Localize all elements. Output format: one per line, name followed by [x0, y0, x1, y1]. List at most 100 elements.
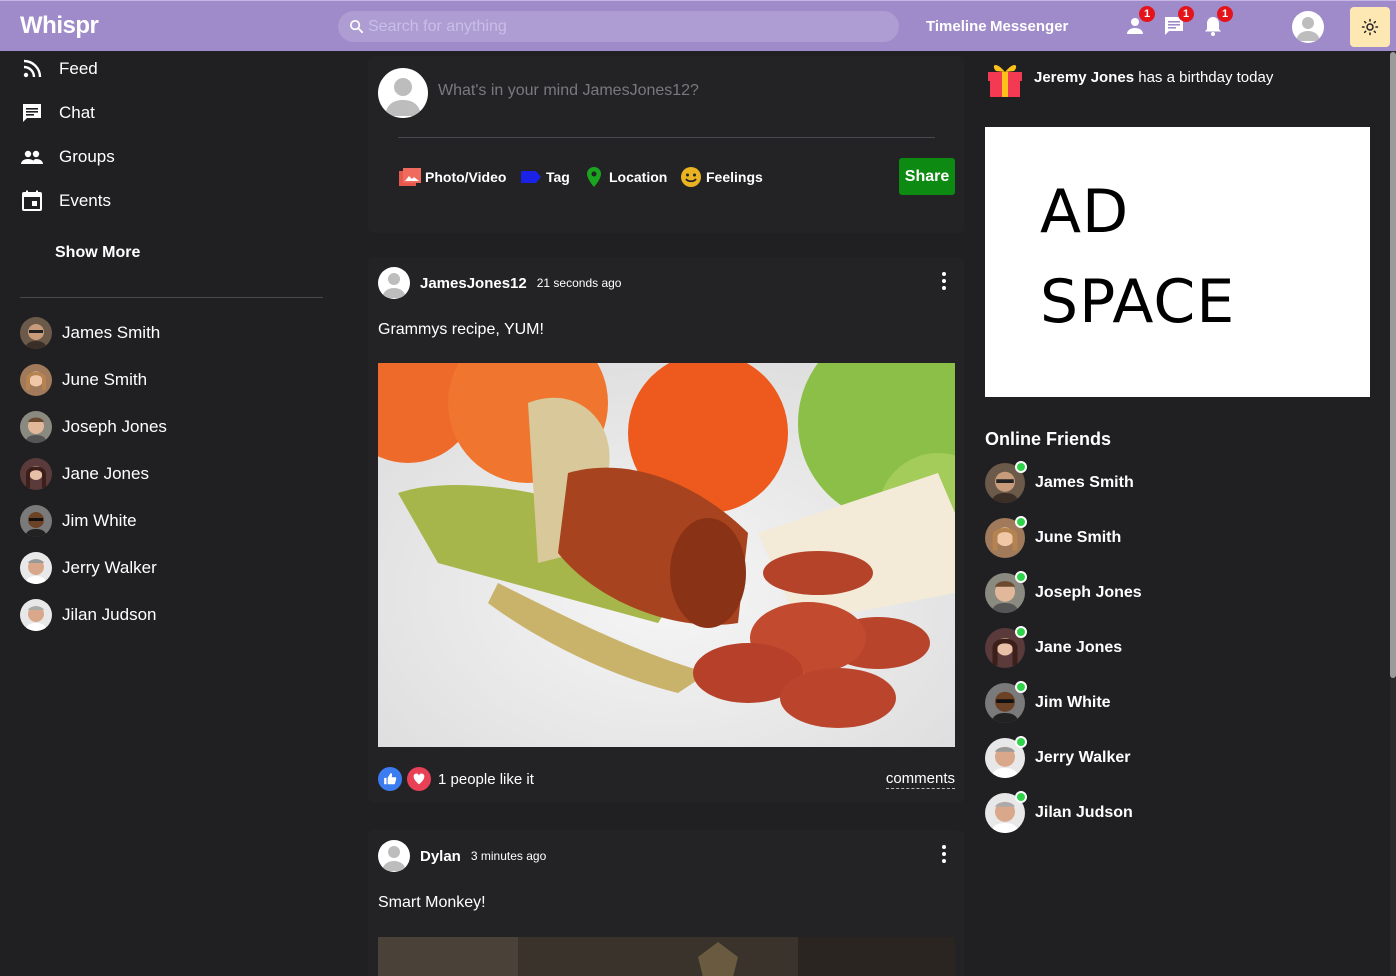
friend-requests-badge: 1 — [1139, 6, 1155, 22]
online-status-dot — [1015, 736, 1027, 748]
sidebar-item-label: Events — [59, 191, 111, 210]
birthday-notice[interactable]: Jeremy Jones has a birthday today — [985, 56, 1273, 98]
notifications-button[interactable]: 1 — [1201, 6, 1233, 38]
online-status-dot — [1015, 626, 1027, 638]
sidebar-friend[interactable]: Jilan Judson — [20, 599, 157, 631]
online-friends-title: Online Friends — [985, 429, 1112, 449]
post-card: JamesJones12 21 seconds ago Grammys reci… — [368, 257, 964, 803]
groups-icon — [21, 150, 43, 164]
friend-requests-button[interactable]: 1 — [1123, 6, 1155, 38]
online-friend[interactable]: Jilan Judson — [985, 791, 1133, 833]
birthday-name[interactable]: Jeremy Jones — [1034, 69, 1134, 86]
sidebar-friend[interactable]: Jane Jones — [20, 458, 149, 490]
online-friend[interactable]: June Smith — [985, 516, 1122, 558]
profile-avatar[interactable] — [1292, 11, 1324, 43]
feelings-option[interactable]: Feelings — [679, 165, 763, 189]
sidebar-item-feed[interactable]: Feed — [20, 54, 98, 84]
comments-link[interactable]: comments — [885, 770, 955, 789]
online-friend-name: Jane Jones — [1035, 639, 1123, 656]
sidebar-friend[interactable]: Jim White — [20, 505, 137, 537]
sidebar-item-chat[interactable]: Chat — [20, 98, 95, 128]
online-friend-name: June Smith — [1035, 529, 1122, 546]
avatar — [20, 364, 52, 396]
post-username[interactable]: Dylan — [420, 848, 461, 865]
calendar-icon — [22, 190, 42, 211]
scrollbar-thumb[interactable] — [1390, 52, 1396, 678]
sidebar-friend[interactable]: June Smith — [20, 364, 147, 396]
messages-button[interactable]: 1 — [1162, 6, 1194, 38]
post-image[interactable] — [378, 363, 955, 747]
post-composer: Photo/Video Tag Location Feelings Share — [368, 56, 964, 233]
sidebar-friend-name: Joseph Jones — [62, 417, 167, 436]
birthday-text: Jeremy Jones has a birthday today — [1034, 68, 1274, 86]
post-header: Dylan 3 minutes ago — [378, 840, 546, 872]
post-timestamp: 21 seconds ago — [536, 276, 622, 290]
chat-icon — [23, 104, 41, 122]
online-status-dot — [1015, 461, 1027, 473]
sidebar-friend[interactable]: James Smith — [20, 317, 160, 349]
smiley-icon — [681, 167, 701, 187]
theme-toggle-button[interactable] — [1350, 7, 1390, 47]
post-header: JamesJones12 21 seconds ago — [378, 267, 621, 299]
thumbs-up-icon[interactable] — [378, 767, 402, 791]
online-friend[interactable]: Jerry Walker — [985, 736, 1130, 778]
post-image[interactable] — [378, 937, 955, 976]
sidebar-friend[interactable]: Joseph Jones — [20, 411, 167, 443]
avatar — [20, 599, 52, 631]
ad-text: SPACE — [1040, 267, 1236, 337]
online-status-dot — [1015, 571, 1027, 583]
post-card: Dylan 3 minutes ago Smart Monkey! — [368, 830, 964, 976]
post-username[interactable]: JamesJones12 — [420, 275, 527, 292]
status-input[interactable] — [438, 82, 858, 100]
online-friend[interactable]: Jim White — [985, 681, 1111, 723]
online-friend[interactable]: James Smith — [985, 461, 1134, 503]
rss-icon — [23, 59, 42, 78]
share-button[interactable]: Share — [899, 158, 955, 195]
sidebar-item-events[interactable]: Events — [20, 186, 111, 216]
app-logo[interactable]: Whispr — [20, 12, 99, 40]
default-avatar-icon — [1296, 17, 1320, 41]
avatar — [20, 411, 52, 443]
messenger-link[interactable]: Messenger — [990, 18, 1068, 35]
sidebar-friend[interactable]: Jerry Walker — [20, 552, 157, 584]
search-input[interactable] — [368, 17, 868, 36]
online-friend-name: Jilan Judson — [1035, 804, 1133, 821]
location-pin-icon — [587, 167, 601, 187]
avatar — [20, 458, 52, 490]
post-text: Smart Monkey! — [378, 894, 486, 911]
online-status-dot — [1015, 791, 1027, 803]
top-bar: Whispr Timeline Messenger 1 1 1 — [0, 0, 1396, 51]
tag-option[interactable]: Tag — [519, 165, 570, 189]
timeline-link[interactable]: Timeline — [926, 18, 987, 35]
show-more-button[interactable]: Show More — [55, 244, 140, 262]
post-timestamp: 3 minutes ago — [470, 849, 547, 863]
sidebar-item-label: Feed — [59, 59, 98, 78]
photo-icon — [399, 168, 421, 186]
sidebar-friend-name: Jane Jones — [62, 464, 149, 483]
heart-icon[interactable] — [407, 767, 431, 791]
composer-divider — [398, 137, 935, 138]
photo-video-option[interactable]: Photo/Video — [398, 165, 506, 189]
sidebar-item-label: Chat — [59, 103, 95, 122]
location-option[interactable]: Location — [582, 165, 667, 189]
sidebar-item-groups[interactable]: Groups — [20, 142, 115, 172]
online-friend[interactable]: Jane Jones — [985, 626, 1123, 668]
messages-badge: 1 — [1178, 6, 1194, 22]
search-bar[interactable] — [338, 11, 899, 42]
online-friend[interactable]: Joseph Jones — [985, 571, 1142, 613]
sidebar-friend-name: James Smith — [62, 323, 161, 342]
more-vert-icon[interactable] — [940, 844, 948, 864]
more-vert-icon[interactable] — [940, 271, 948, 291]
ad-banner[interactable]: AD SPACE — [985, 127, 1370, 397]
avatar[interactable] — [378, 840, 410, 872]
gift-icon — [988, 64, 1022, 97]
post-text: Grammys recipe, YUM! — [378, 321, 544, 338]
avatar — [20, 317, 52, 349]
like-count: 1 people like it — [438, 770, 534, 788]
tag-icon — [521, 171, 541, 183]
online-friend-name: Joseph Jones — [1035, 584, 1142, 601]
post-reactions[interactable]: 1 people like it — [378, 767, 534, 791]
avatar[interactable] — [378, 267, 410, 299]
avatar — [20, 505, 52, 537]
sidebar-friend-name: Jerry Walker — [62, 558, 157, 577]
